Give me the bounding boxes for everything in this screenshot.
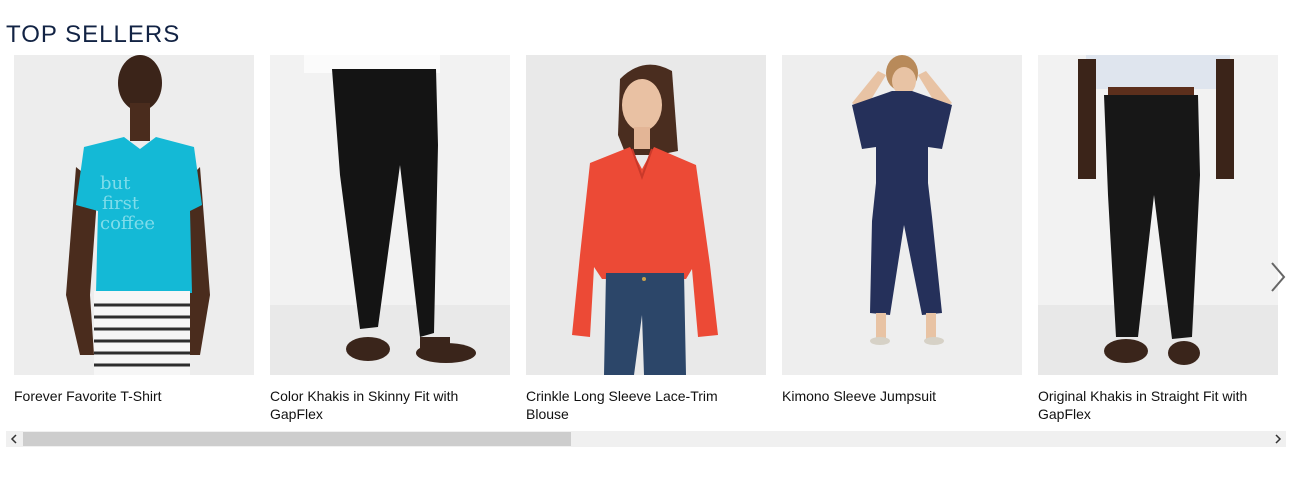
product-image[interactable] (782, 55, 1022, 375)
product-image[interactable] (270, 55, 510, 375)
product-name[interactable]: Forever Favorite T-Shirt (14, 387, 248, 405)
product-image[interactable] (526, 55, 766, 375)
product-card[interactable]: but first coffee Forever Favorite T-Shir… (14, 55, 254, 405)
product-image[interactable] (1038, 55, 1278, 375)
product-card[interactable]: Color Khakis in Skinny Fit with GapFlex (270, 55, 510, 423)
svg-text:but: but (100, 173, 131, 194)
chevron-right-icon[interactable] (1264, 255, 1294, 299)
svg-text:coffee: coffee (100, 213, 155, 234)
product-card[interactable]: Crinkle Long Sleeve Lace-Trim Blouse (526, 55, 766, 423)
product-card[interactable]: Original Khakis in Straight Fit with Gap… (1038, 55, 1278, 423)
product-name[interactable]: Original Khakis in Straight Fit with Gap… (1038, 387, 1272, 423)
section-title: TOP SELLERS (6, 21, 181, 48)
product-carousel: but first coffee Forever Favorite T-Shir… (14, 55, 1286, 425)
product-name[interactable]: Color Khakis in Skinny Fit with GapFlex (270, 387, 504, 423)
svg-text:first: first (102, 193, 140, 214)
scrollbar-thumb[interactable] (23, 432, 571, 446)
product-name[interactable]: Kimono Sleeve Jumpsuit (782, 387, 1016, 405)
scroll-left-arrow-icon[interactable] (6, 431, 22, 447)
horizontal-scrollbar[interactable] (6, 431, 1286, 447)
product-card[interactable]: Kimono Sleeve Jumpsuit (782, 55, 1022, 405)
product-image[interactable]: but first coffee (14, 55, 254, 375)
product-name[interactable]: Crinkle Long Sleeve Lace-Trim Blouse (526, 387, 760, 423)
scroll-right-arrow-icon[interactable] (1270, 431, 1286, 447)
